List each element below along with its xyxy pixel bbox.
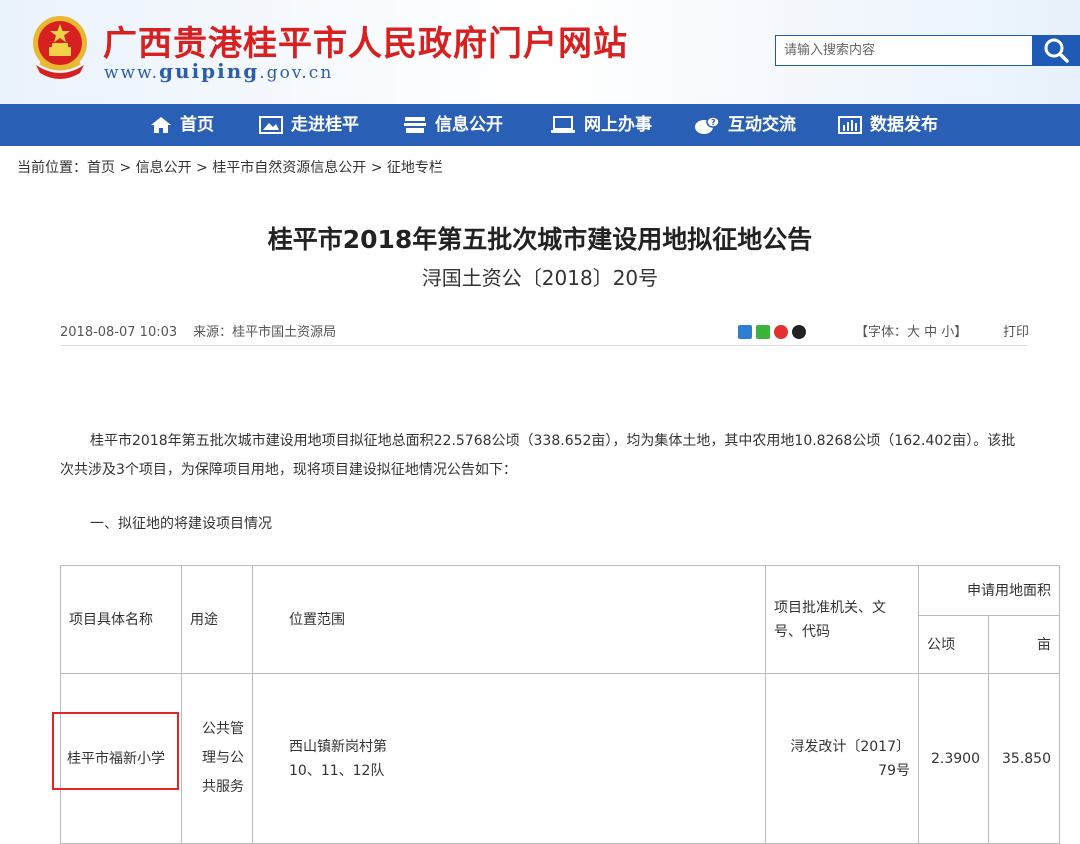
article-meta: 2018-08-07 10:03 来源：桂平市国土资源局	[60, 321, 336, 340]
home-icon	[151, 117, 171, 133]
cell-mu: 35.850	[988, 673, 1060, 844]
search-button[interactable]	[1033, 35, 1080, 66]
header-cell-mu: 亩	[988, 615, 1060, 674]
print-link[interactable]: 打印	[1003, 321, 1029, 340]
article-subtitle: 浔国土资公〔2018〕20号	[421, 266, 659, 290]
divider	[60, 345, 1028, 346]
nav-item-about[interactable]: 走进桂平	[259, 104, 359, 146]
share-more-icon[interactable]	[738, 325, 752, 339]
highlight-box	[52, 712, 179, 790]
publish-date: 2018-08-07 10:03	[60, 325, 178, 340]
header-cell-hectare: 公顷	[918, 615, 989, 674]
header-cell-use: 用途	[181, 565, 253, 674]
main-nav: 首页 走进桂平 信息公开 网上办事 ? 互动交流 数据发布	[0, 104, 1080, 146]
cell-hectare: 2.3900	[918, 673, 989, 844]
national-emblem-icon	[33, 16, 87, 79]
cell-use: 公共管理与公共服务	[181, 673, 253, 844]
table-row: 桂平市福新小学 公共管理与公共服务 西山镇新岗村第10、11、12队 浔发改计〔…	[60, 673, 1060, 844]
section-heading: 一、拟征地的将建设项目情况	[90, 516, 272, 532]
font-size-switcher[interactable]: 【字体：大 中 小】	[855, 321, 967, 340]
picture-icon	[259, 116, 283, 134]
header-cell-location: 位置范围	[252, 565, 766, 674]
cell-location: 西山镇新岗村第10、11、12队	[252, 673, 766, 844]
bar-chart-icon	[838, 116, 862, 134]
land-table: 项目具体名称 用途 位置范围 项目批准机关、文号、代码 申请用地面积 公顷 亩 …	[60, 565, 1060, 844]
nav-item-data[interactable]: 数据发布	[838, 104, 938, 146]
qq-icon[interactable]	[792, 325, 806, 339]
header-cell-name: 项目具体名称	[60, 565, 182, 674]
search-input[interactable]: 请输入搜索内容	[775, 35, 1033, 66]
nav-item-interact[interactable]: ? 互动交流	[694, 104, 796, 146]
nav-item-info[interactable]: 信息公开	[403, 104, 503, 146]
laptop-icon	[551, 116, 575, 133]
site-url: www.guiping.gov.cn	[104, 59, 334, 83]
cell-approval: 浔发改计〔2017〕79号	[765, 673, 919, 844]
nav-item-home[interactable]: 首页	[150, 104, 214, 146]
article-paragraph: 桂平市2018年第五批次城市建设用地项目拟征地总面积22.5768公顷（338.…	[60, 433, 1016, 478]
chat-icon: ?	[695, 116, 720, 134]
nav-item-services[interactable]: 网上办事	[550, 104, 652, 146]
header-cell-area: 申请用地面积	[918, 565, 1060, 616]
svg-text:?: ?	[711, 118, 716, 127]
article-title: 桂平市2018年第五批次城市建设用地拟征地公告	[267, 225, 813, 254]
document-icon	[404, 117, 426, 133]
article-source: 来源：桂平市国土资源局	[193, 325, 337, 340]
share-bar	[738, 325, 810, 344]
search-icon	[1044, 38, 1069, 63]
weibo-icon[interactable]	[774, 325, 788, 339]
header-cell-approval: 项目批准机关、文号、代码	[765, 565, 919, 674]
site-header: 广西贵港桂平市人民政府门户网站 www.guiping.gov.cn 请输入搜索…	[0, 0, 1080, 104]
breadcrumb[interactable]: 当前位置：首页 > 信息公开 > 桂平市自然资源信息公开 > 征地专栏	[17, 157, 443, 177]
site-title: 广西贵港桂平市人民政府门户网站	[103, 24, 628, 64]
wechat-icon[interactable]	[756, 325, 770, 339]
